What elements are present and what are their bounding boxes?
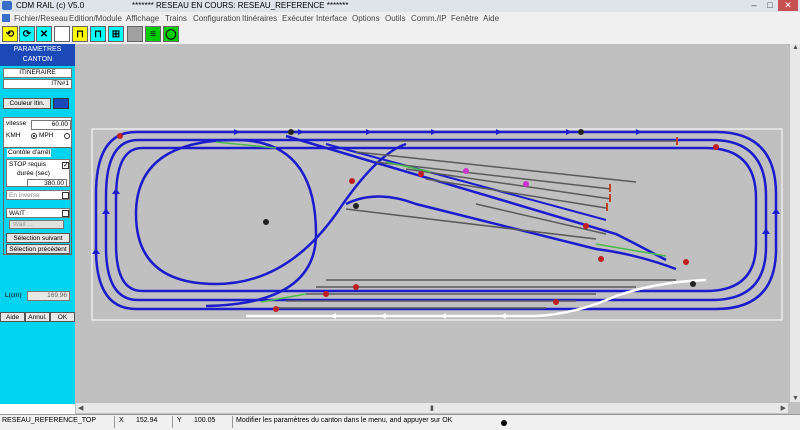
gray-block-icon[interactable] [127,26,143,42]
kmh-label: KMH [6,132,21,139]
parameter-panel: PARAMETRES CANTON ITINERAIRE ITN#1 Coule… [0,44,75,414]
wait-field[interactable]: Wait ... [9,220,64,229]
train-cyan-icon[interactable]: ⊓ [90,26,106,42]
ok-button[interactable]: OK [50,312,75,322]
menu-affichage[interactable]: Affichage [126,14,159,23]
status-bar: RESEAU_REFERENCE_TOP X 152.94 Y 100.05 M… [0,414,800,430]
minimize-button[interactable]: – [746,0,762,11]
annuler-button[interactable]: Annul. [25,312,50,322]
track-layout-diagram[interactable] [76,44,788,402]
panel-header-line1: PARAMETRES [13,46,62,53]
menu-interface[interactable]: Interface [316,14,347,23]
wait-checkbox[interactable] [62,210,69,217]
scroll-right-icon[interactable]: ▶ [781,404,786,412]
wait-box: WAIT [6,208,70,218]
status-x-label: X [119,417,124,424]
duree-field[interactable]: 380.00 [27,179,67,187]
loop-icon[interactable]: ⟲ [2,26,18,42]
vitesse-field[interactable]: 60.00 [31,120,71,130]
controle-label: Contôle d'arrêt [7,149,52,157]
mph-label: MPH [39,132,54,139]
status-y-label: Y [177,417,182,424]
wait-label: WAIT [9,210,26,217]
toolbar: ⟲ ⟳ ✕ ⊓ ⊓ ⊞ ≡ ◯ [0,24,800,45]
menu-edition[interactable]: Edition/Module [69,14,122,23]
status-message: Modifier les paramètres du canton dans l… [236,417,453,424]
duree-label: durée (sec) [17,170,50,177]
menu-comm-ip[interactable]: Comm./IP [411,14,447,23]
status-separator [232,416,233,428]
track-green-icon[interactable]: ≡ [145,26,161,42]
scroll-down-icon[interactable]: ▼ [792,395,799,402]
status-x-value: 152.94 [136,417,158,424]
app-title: CDM RAIL (c) V5.0 [16,1,85,10]
kmh-radio[interactable] [31,133,37,139]
scroll-left-icon[interactable]: ◀ [78,404,83,412]
route-color-swatch[interactable] [53,98,69,109]
menu-itineraires[interactable]: Itinéraires [242,14,277,23]
itineraire-label: ITINERAIRE [3,68,72,78]
panel-header-line2: CANTON [22,56,53,63]
app-icon [2,1,12,10]
controle-arret-group: Contôle d'arrêt STOP requis ✓ durée (sec… [3,147,72,255]
scroll-up-icon[interactable]: ▲ [792,44,799,51]
mph-radio[interactable] [64,133,70,139]
cursor-dot [501,420,507,426]
length-field: 169.96 [27,291,70,301]
train-yellow-icon[interactable]: ⊓ [72,26,88,42]
menu-bar: Fichier/Reseau Edition/Module Affichage … [0,12,800,24]
menu-fichier[interactable]: Fichier/Reseau [14,14,68,23]
status-y-value: 100.05 [194,417,216,424]
stop-box: STOP requis ✓ durée (sec) 380.00 [6,159,70,187]
document-title: ******* RESEAU EN COURS: RESEAU_REFERENC… [132,1,349,10]
length-box: L(cm) 169.96 [3,290,72,304]
horizontal-scrollbar[interactable]: ◀ ▮ ▶ [76,402,788,413]
pause-icon[interactable] [54,26,70,42]
inverse-label: En inverse [9,192,40,199]
system-menu-icon[interactable] [2,14,10,22]
panel-body: ITINERAIRE ITN#1 Couleur Itin. vitesse 6… [0,66,75,404]
menu-configuration[interactable]: Configuration [193,14,241,23]
status-separator [114,416,115,428]
menu-aide[interactable]: Aide [483,14,499,23]
inverse-box: En inverse [6,190,70,200]
couleur-itin-button[interactable]: Couleur Itin. [3,98,51,109]
aide-button[interactable]: Aide [0,312,25,322]
ellipse-icon[interactable]: ◯ [163,26,179,42]
vertical-scrollbar[interactable]: ▲ ▼ [789,44,800,402]
vitesse-label: vitesse [6,120,27,127]
scroll-thumb[interactable]: ▮ [430,404,434,412]
menu-options[interactable]: Options [352,14,380,23]
signal-icon[interactable]: ⊞ [108,26,124,42]
close-button[interactable]: ✕ [778,0,798,11]
stop-label: STOP requis [9,161,46,168]
menu-fenetre[interactable]: Fenêtre [451,14,479,23]
selection-suivant-button[interactable]: Sélection suivant [6,233,70,243]
inverse-checkbox[interactable] [62,192,69,199]
length-label: L(cm) [5,292,22,299]
status-file: RESEAU_REFERENCE_TOP [2,417,97,424]
cross-loop-icon[interactable]: ✕ [36,26,52,42]
menu-trains[interactable]: Trains [165,14,187,23]
stop-checkbox[interactable]: ✓ [62,162,69,169]
panel-header: PARAMETRES CANTON [0,44,75,66]
itineraire-field[interactable]: ITN#1 [3,79,72,89]
selection-precedent-button[interactable]: Sélection précédent [6,244,70,254]
loop-arrow-icon[interactable]: ⟳ [19,26,35,42]
layout-canvas[interactable] [76,44,788,402]
menu-outils[interactable]: Outils [385,14,405,23]
maximize-button[interactable]: □ [762,0,778,11]
menu-executer[interactable]: Exécuter [282,14,314,23]
status-separator [172,416,173,428]
